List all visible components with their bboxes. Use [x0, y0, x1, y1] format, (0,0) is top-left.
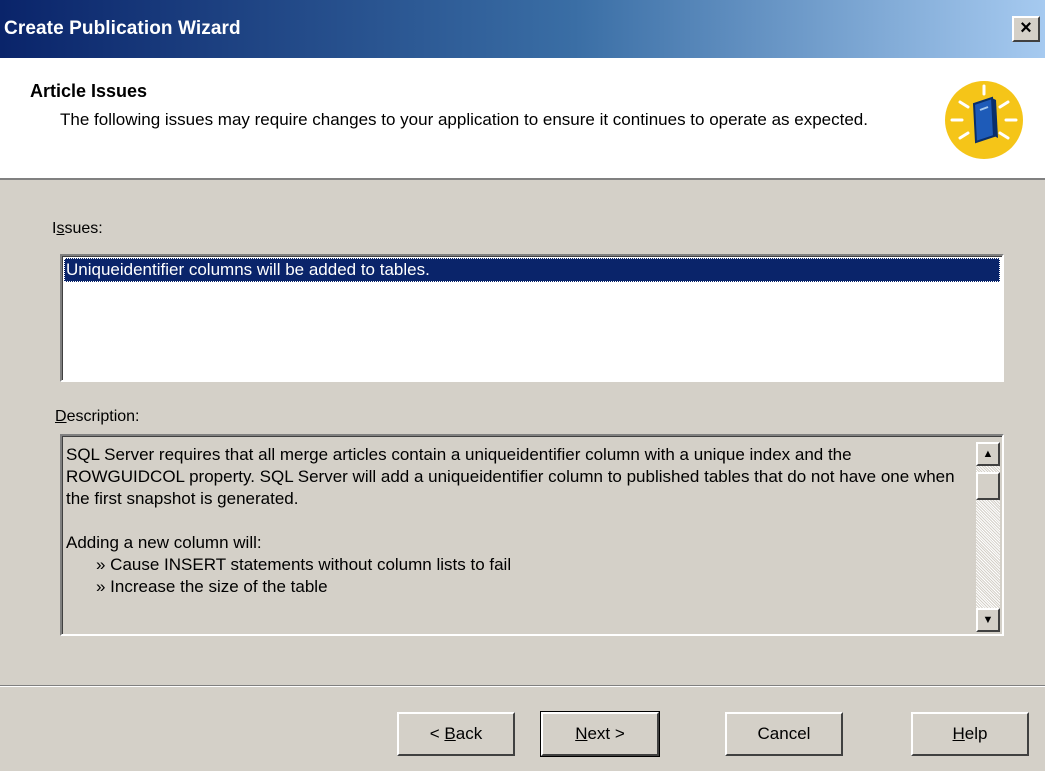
description-bullet: » Cause INSERT statements without column… — [96, 555, 512, 574]
scroll-down-button[interactable]: ▼ — [976, 608, 1000, 632]
wizard-header: Article Issues The following issues may … — [0, 58, 1045, 180]
page-description: The following issues may require changes… — [60, 110, 868, 129]
cancel-button[interactable]: Cancel — [725, 712, 843, 756]
list-item[interactable]: Uniqueidentifier columns will be added t… — [64, 258, 1000, 282]
help-button[interactable]: Help — [911, 712, 1029, 756]
description-bullet: » Increase the size of the table — [96, 577, 328, 596]
next-button[interactable]: Next > — [540, 711, 660, 757]
close-button[interactable]: × — [1012, 16, 1040, 42]
scroll-up-button[interactable]: ▲ — [976, 442, 1000, 466]
back-button[interactable]: < Back — [397, 712, 515, 756]
book-sun-icon — [945, 81, 1023, 159]
footer-separator — [0, 685, 1045, 687]
description-paragraph: SQL Server requires that all merge artic… — [66, 445, 955, 508]
description-text: SQL Server requires that all merge artic… — [66, 444, 971, 598]
title-bar: Create Publication Wizard × — [0, 0, 1045, 58]
description-box[interactable]: SQL Server requires that all merge artic… — [60, 434, 1004, 636]
scroll-thumb[interactable] — [976, 472, 1000, 500]
description-label: Description: — [55, 408, 140, 425]
window-title: Create Publication Wizard — [4, 18, 241, 39]
issues-label: Issues: — [52, 220, 103, 237]
issues-list[interactable]: Uniqueidentifier columns will be added t… — [60, 254, 1004, 382]
description-scrollbar[interactable]: ▲ ▼ — [976, 442, 1000, 632]
page-title: Article Issues — [30, 81, 148, 101]
description-lead: Adding a new column will: — [66, 533, 262, 552]
